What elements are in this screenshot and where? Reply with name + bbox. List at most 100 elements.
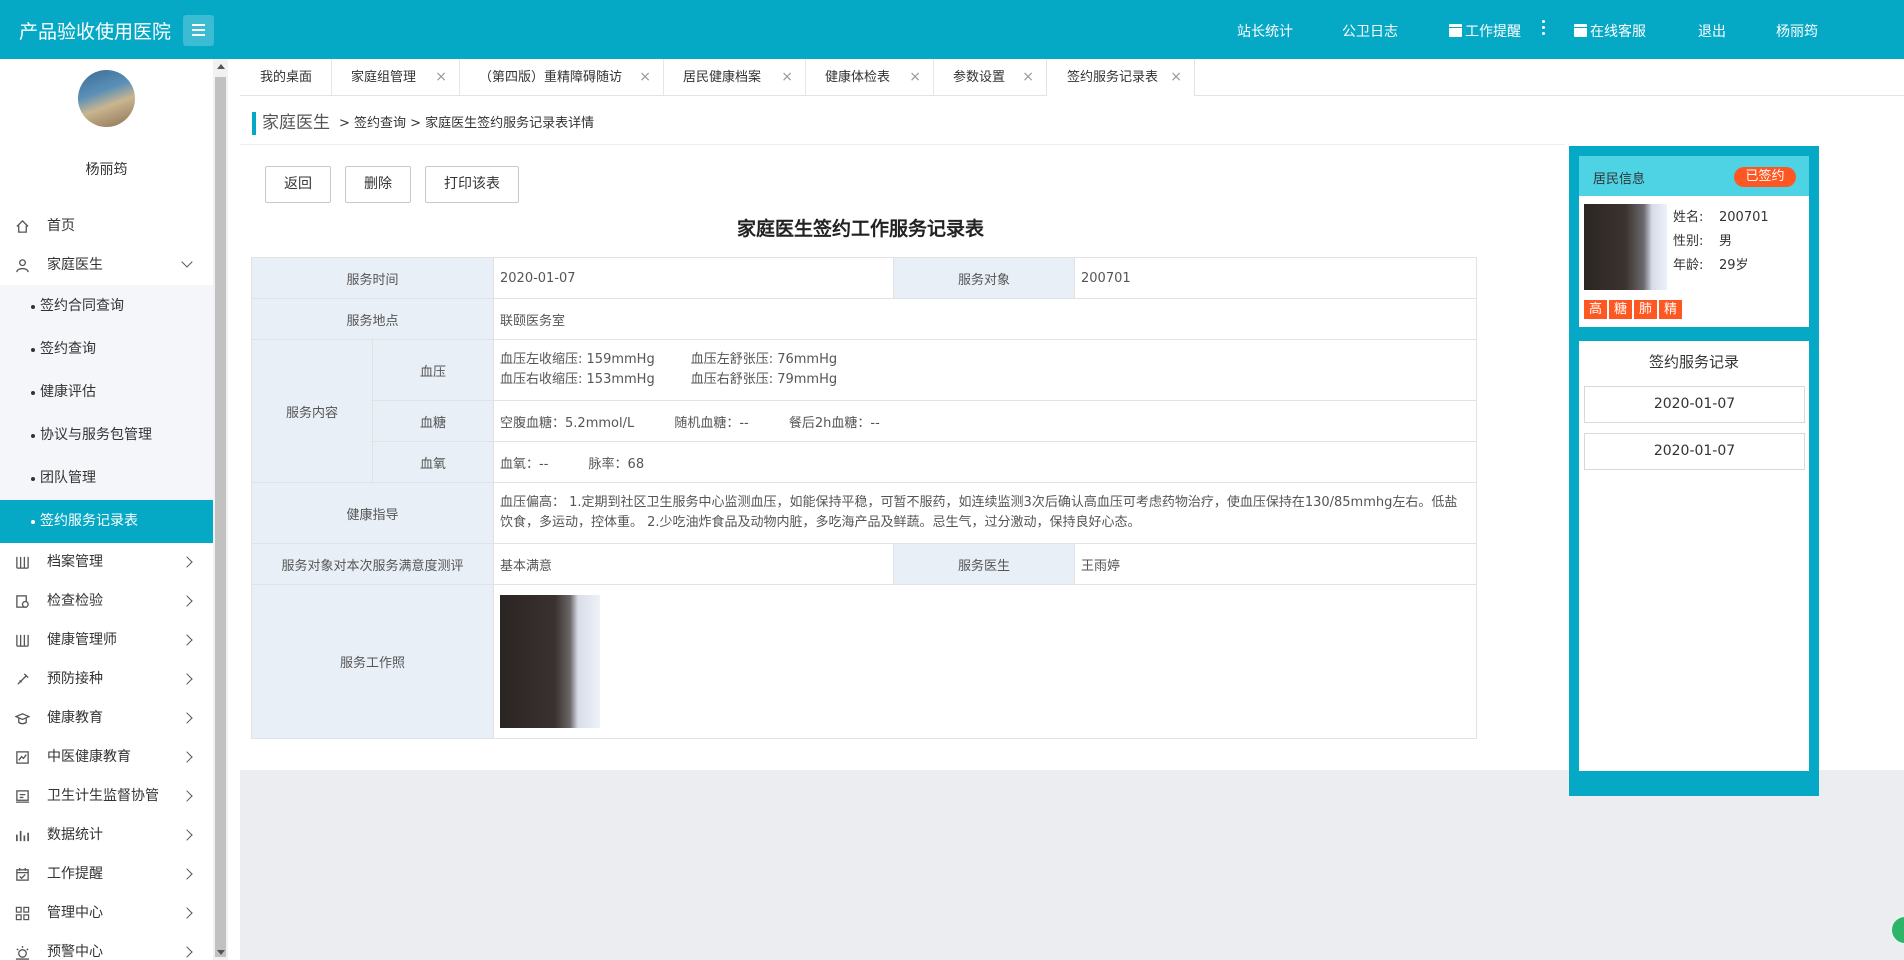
sidebar-item-health-manager[interactable]: 健康管理师 — [0, 621, 213, 660]
sidebar-item-inspection[interactable]: 检查检验 — [0, 582, 213, 621]
sidebar-scrollbar[interactable] — [213, 59, 228, 960]
sidebar-item-vaccination[interactable]: 预防接种 — [0, 660, 213, 699]
table-row: 健康指导 血压偏高： 1.定期到社区卫生服务中心监测血压，如能保持平稳，可暂不服… — [250, 482, 1478, 544]
service-records-title: 签约服务记录 — [1648, 353, 1739, 371]
sidebar-item-alert-center[interactable]: 预警中心 — [0, 933, 213, 960]
nav-public-health-log[interactable]: 公卫日志 — [1342, 21, 1398, 41]
chart-icon — [16, 830, 29, 842]
archive-icon — [16, 556, 29, 569]
disease-tags: 高 糖 肺 精 — [1584, 300, 1682, 319]
service-record-table: 服务时间 2020-01-07 服务对象 200701 服务地点 联颐医务室 服… — [250, 257, 1478, 739]
sidebar-subitem-contract-query[interactable]: 签约合同查询 — [0, 285, 213, 328]
doctor-label: 服务医生 — [893, 543, 1076, 585]
sidebar-item-family-doctor[interactable]: 家庭医生 — [0, 246, 213, 285]
close-icon[interactable]: × — [1170, 59, 1182, 96]
sidebar-item-label: 检查检验 — [47, 593, 103, 609]
sidebar-subitem-service-record[interactable]: 签约服务记录表 — [0, 500, 213, 543]
sidebar-item-archive[interactable]: 档案管理 — [0, 543, 213, 582]
home-icon — [16, 219, 29, 233]
chevron-right-icon — [181, 595, 193, 607]
glucose-fasting: 空腹血糖：5.2mmol/L — [500, 415, 635, 431]
nav-work-reminder-label: 工作提醒 — [1465, 24, 1521, 40]
bp-right-systolic: 血压右收缩压: 153mmHg — [500, 372, 655, 387]
sidebar-subitem-team-management[interactable]: 团队管理 — [0, 457, 213, 500]
sidebar-item-health-education[interactable]: 健康教育 — [0, 699, 213, 738]
photo-label: 服务工作照 — [250, 584, 495, 739]
nav-site-stats[interactable]: 站长统计 — [1237, 21, 1293, 41]
delete-button[interactable]: 删除 — [345, 166, 411, 203]
sidebar-item-label: 管理中心 — [47, 905, 103, 921]
sidebar-item-statistics[interactable]: 数据统计 — [0, 816, 213, 855]
nav-logout[interactable]: 退出 — [1698, 21, 1726, 41]
chevron-right-icon — [181, 751, 193, 763]
nav-user-name[interactable]: 杨丽筠 — [1776, 21, 1818, 41]
chevron-down-icon — [181, 256, 193, 268]
sidebar-subitem-sign-query[interactable]: 签约查询 — [0, 328, 213, 371]
education-icon — [15, 713, 30, 725]
scroll-down-icon[interactable] — [217, 950, 225, 955]
sidebar-subitem-health-assessment[interactable]: 健康评估 — [0, 371, 213, 414]
chevron-right-icon — [181, 634, 193, 646]
calendar-icon — [1449, 24, 1462, 37]
tab-resident-archive[interactable]: 居民健康档案 × — [663, 59, 805, 96]
supervise-icon — [15, 790, 30, 803]
tab-family-group[interactable]: 家庭组管理 × — [331, 59, 459, 96]
breadcrumb-root[interactable]: 家庭医生 — [262, 112, 330, 135]
service-target-label: 服务对象 — [893, 257, 1076, 299]
glucose-label: 血糖 — [371, 400, 495, 442]
service-target-value: 200701 — [1074, 257, 1478, 299]
sidebar-item-work-reminder[interactable]: 工作提醒 — [0, 855, 213, 894]
print-button[interactable]: 打印该表 — [425, 166, 519, 203]
sidebar-item-label: 中医健康教育 — [47, 749, 131, 765]
tab-mental-followup[interactable]: （第四版）重精障碍随访 × — [459, 59, 663, 96]
close-icon[interactable]: × — [639, 59, 651, 96]
service-records-card: 签约服务记录 2020-01-07 2020-01-07 — [1579, 341, 1809, 771]
table-row: 血氧 血氧：-- 脉率：68 — [252, 441, 1478, 483]
record-date-button[interactable]: 2020-01-07 — [1584, 433, 1805, 470]
chevron-right-icon — [181, 829, 193, 841]
resident-side-panel: 居民信息 已签约 姓名: 200701 性别: 男 年龄: 29岁 高 糖 肺 精 签… — [1569, 146, 1819, 796]
close-icon[interactable]: × — [909, 59, 921, 96]
bp-left-diastolic: 血压左舒张压: 76mmHg — [690, 352, 838, 367]
tag-lung: 肺 — [1634, 300, 1657, 319]
sidebar-item-management-center[interactable]: 管理中心 — [0, 894, 213, 933]
manager-icon — [16, 634, 29, 647]
service-photo[interactable] — [500, 595, 601, 728]
table-row: 服务内容 血压 血压左收缩压: 159mmHg 血压左舒张压: 76mmHg 血压… — [251, 339, 1478, 483]
oxygen-saturation: 血氧：-- — [500, 456, 549, 472]
sidebar-item-supervision[interactable]: 卫生计生监督协管 — [0, 777, 213, 816]
nav-work-reminder[interactable]: 工作提醒 — [1449, 21, 1521, 41]
scrollbar-thumb[interactable] — [215, 77, 226, 957]
table-row: 血糖 空腹血糖：5.2mmol/L 随机血糖：-- 餐后2h血糖：-- — [252, 400, 1478, 442]
tab-health-exam[interactable]: 健康体检表 × — [805, 59, 933, 96]
doctor-icon — [16, 259, 29, 273]
close-icon[interactable]: × — [435, 59, 447, 96]
app-title: 产品验收使用医院 — [19, 21, 172, 43]
sidebar-item-label: 预警中心 — [47, 944, 103, 960]
service-time-value: 2020-01-07 — [493, 257, 895, 299]
table-row: 服务时间 2020-01-07 服务对象 200701 — [250, 257, 1478, 299]
back-button[interactable]: 返回 — [265, 166, 331, 203]
close-icon[interactable]: × — [1022, 59, 1034, 96]
service-place-label: 服务地点 — [250, 298, 495, 340]
tab-parameter-settings[interactable]: 参数设置 × — [933, 59, 1046, 96]
chevron-right-icon — [181, 907, 193, 919]
close-icon[interactable]: × — [781, 59, 793, 96]
inspect-icon — [16, 595, 29, 608]
more-vertical-icon[interactable] — [1542, 20, 1545, 36]
record-date-button[interactable]: 2020-01-07 — [1584, 386, 1805, 423]
sidebar-subitem-agreement-package[interactable]: 协议与服务包管理 — [0, 414, 213, 457]
sidebar-item-label: 健康教育 — [47, 710, 103, 726]
tab-service-record[interactable]: 签约服务记录表 × — [1046, 59, 1195, 97]
tab-bar: 我的桌面 家庭组管理 × （第四版）重精障碍随访 × 居民健康档案 × 健康体检表 × … — [240, 59, 1904, 97]
tab-label: 签约服务记录表 — [1067, 70, 1159, 85]
chevron-right-icon — [181, 712, 193, 724]
sidebar-item-home[interactable]: 首页 — [0, 207, 213, 246]
sidebar-item-label: 健康管理师 — [47, 632, 117, 648]
sidebar-item-tcm-education[interactable]: 中医健康教育 — [0, 738, 213, 777]
scroll-up-icon[interactable] — [217, 64, 225, 69]
avatar[interactable] — [78, 70, 135, 127]
tab-my-desktop[interactable]: 我的桌面 — [240, 59, 312, 96]
nav-online-service[interactable]: 在线客服 — [1574, 21, 1646, 41]
menu-toggle-button[interactable] — [183, 15, 214, 46]
